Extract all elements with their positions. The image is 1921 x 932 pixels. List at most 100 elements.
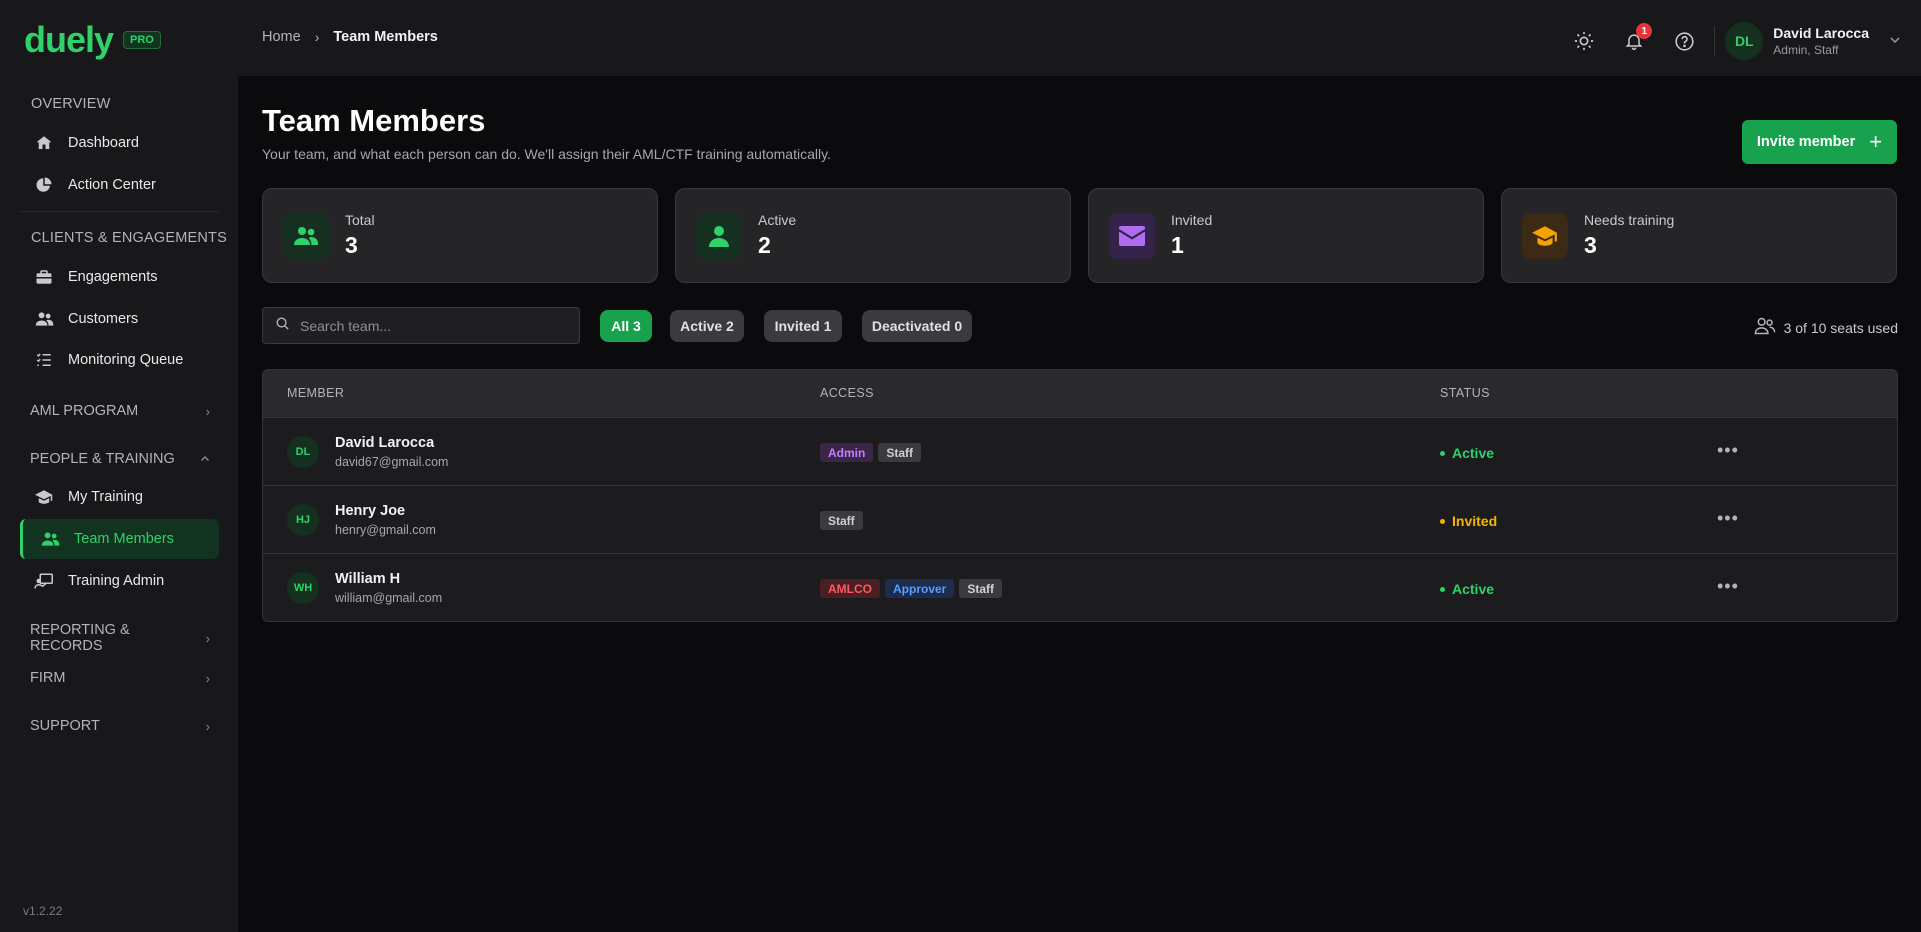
sidebar-item-action-center[interactable]: Action Center xyxy=(20,165,219,205)
stat-card-active: Active 2 xyxy=(675,188,1071,283)
stat-value: 3 xyxy=(345,232,358,258)
stat-text: Active 2 xyxy=(758,212,796,259)
section-clients: CLIENTS & ENGAGEMENTS xyxy=(31,230,227,246)
table-row[interactable]: HJ Henry Joe henry@gmail.com Staff Invit… xyxy=(263,485,1897,553)
pro-badge: PRO xyxy=(123,31,161,49)
stat-text: Total 3 xyxy=(345,212,375,259)
chevron-right-icon: › xyxy=(205,670,210,686)
more-options-icon[interactable]: ••• xyxy=(1717,576,1739,597)
stat-label: Needs training xyxy=(1584,212,1675,228)
avatar: HJ xyxy=(287,504,319,536)
help-icon[interactable] xyxy=(1668,25,1700,57)
sidebar-item-team-members[interactable]: Team Members xyxy=(20,519,219,559)
role-tag-staff: Staff xyxy=(878,443,922,462)
graduation-cap-icon xyxy=(1522,212,1568,259)
logo-row[interactable]: duely PRO xyxy=(24,22,161,58)
filter-chip-active[interactable]: Active 2 xyxy=(670,310,744,342)
sidebar-item-label: Training Admin xyxy=(68,573,165,589)
list-check-icon xyxy=(34,350,54,370)
stat-label: Total xyxy=(345,212,375,228)
table-row[interactable]: DL David Larocca david67@gmail.com Admin… xyxy=(263,417,1897,485)
seats-text: 3 of 10 seats used xyxy=(1783,319,1898,336)
page-subtitle: Your team, and what each person can do. … xyxy=(262,146,831,162)
column-header-status: STATUS xyxy=(1440,386,1490,400)
user-menu[interactable]: DL David Larocca Admin, Staff xyxy=(1725,22,1901,60)
stat-card-invited: Invited 1 xyxy=(1088,188,1484,283)
users-icon xyxy=(40,529,60,549)
topbar-divider xyxy=(1714,26,1716,56)
section-overview: OVERVIEW xyxy=(31,96,111,112)
status-dot-icon xyxy=(1440,586,1445,592)
user-icon xyxy=(696,212,742,259)
sidebar-item-monitoring-queue[interactable]: Monitoring Queue xyxy=(20,340,219,380)
role-tag-staff: Staff xyxy=(959,579,1003,598)
stat-label: Invited xyxy=(1171,212,1213,228)
role-tag-staff: Staff xyxy=(820,511,863,530)
section-label: FIRM xyxy=(30,670,66,686)
section-label: REPORTING & RECORDS xyxy=(30,622,130,654)
section-people-training[interactable]: PEOPLE & TRAINING xyxy=(30,451,210,467)
sun-icon[interactable] xyxy=(1568,25,1600,57)
access-tags: Staff xyxy=(820,511,863,530)
section-label: SUPPORT xyxy=(30,718,100,734)
table-row[interactable]: WH William H william@gmail.com AMLCO App… xyxy=(263,553,1897,621)
breadcrumb: Home › Team Members xyxy=(262,29,438,45)
topbar-actions: 1 DL David Larocca Admin, Staff xyxy=(1552,22,1901,60)
page-title: Team Members xyxy=(262,103,486,138)
sidebar-item-dashboard[interactable]: Dashboard xyxy=(20,123,219,163)
section-label: PEOPLE & TRAINING xyxy=(30,451,175,467)
sidebar-item-label: Dashboard xyxy=(68,135,139,151)
filter-chip-invited[interactable]: Invited 1 xyxy=(764,310,842,342)
status-text: Active xyxy=(1452,581,1495,597)
section-reporting-records[interactable]: REPORTING & RECORDS › xyxy=(30,622,210,654)
seats-indicator: 3 of 10 seats used xyxy=(1754,316,1898,339)
breadcrumb-current: Team Members xyxy=(333,29,438,45)
invite-member-label: Invite member xyxy=(1756,134,1856,150)
bell-icon[interactable]: 1 xyxy=(1618,23,1653,57)
users-icon xyxy=(34,309,54,329)
more-options-icon[interactable]: ••• xyxy=(1717,440,1739,461)
avatar: WH xyxy=(287,572,319,604)
more-options-icon[interactable]: ••• xyxy=(1717,508,1739,529)
sidebar-item-label: My Training xyxy=(68,489,143,505)
stat-label: Active xyxy=(758,212,797,228)
status-dot-icon xyxy=(1440,450,1445,456)
filter-chip-deactivated[interactable]: Deactivated 0 xyxy=(862,310,972,342)
status-text: Active xyxy=(1452,445,1495,461)
status-dot-icon xyxy=(1440,518,1445,524)
status-badge: Active xyxy=(1440,581,1494,597)
search-field[interactable] xyxy=(262,307,580,344)
status-badge: Invited xyxy=(1440,513,1497,529)
filter-chip-all[interactable]: All 3 xyxy=(600,310,652,342)
chevron-right-icon: › xyxy=(205,630,210,646)
stat-card-needs-training: Needs training 3 xyxy=(1501,188,1897,283)
sidebar-item-label: Monitoring Queue xyxy=(68,352,184,368)
status-badge: Active xyxy=(1440,445,1494,461)
section-label: AML PROGRAM xyxy=(30,403,139,419)
user-name: David Larocca xyxy=(1773,25,1869,41)
sidebar-item-customers[interactable]: Customers xyxy=(20,299,219,339)
sidebar-item-my-training[interactable]: My Training xyxy=(20,477,219,517)
breadcrumb-home[interactable]: Home xyxy=(262,29,301,45)
stat-text: Needs training 3 xyxy=(1584,212,1674,259)
envelope-icon xyxy=(1109,212,1155,259)
section-aml-program[interactable]: AML PROGRAM › xyxy=(30,403,210,419)
users-outline-icon xyxy=(1754,316,1776,339)
chevron-right-icon: › xyxy=(205,718,210,734)
invite-member-button[interactable]: Invite member + xyxy=(1742,120,1897,164)
sidebar-item-engagements[interactable]: Engagements xyxy=(20,257,219,297)
search-input[interactable] xyxy=(300,317,560,334)
sidebar-item-training-admin[interactable]: Training Admin xyxy=(20,561,219,601)
column-header-member: MEMBER xyxy=(287,386,345,400)
section-firm[interactable]: FIRM › xyxy=(30,670,210,686)
chalkboard-teacher-icon xyxy=(34,571,54,591)
table-header: MEMBER ACCESS STATUS xyxy=(263,370,1897,417)
stat-value: 1 xyxy=(1171,232,1184,258)
user-role: Admin, Staff xyxy=(1773,43,1839,57)
role-tag-amlco: AMLCO xyxy=(820,579,880,598)
sidebar-item-label: Customers xyxy=(68,311,139,327)
home-icon xyxy=(34,133,54,153)
section-support[interactable]: SUPPORT › xyxy=(30,718,210,734)
main-content: Home › Team Members 1 DL David Larocca A… xyxy=(238,0,1921,932)
briefcase-icon xyxy=(34,267,54,287)
